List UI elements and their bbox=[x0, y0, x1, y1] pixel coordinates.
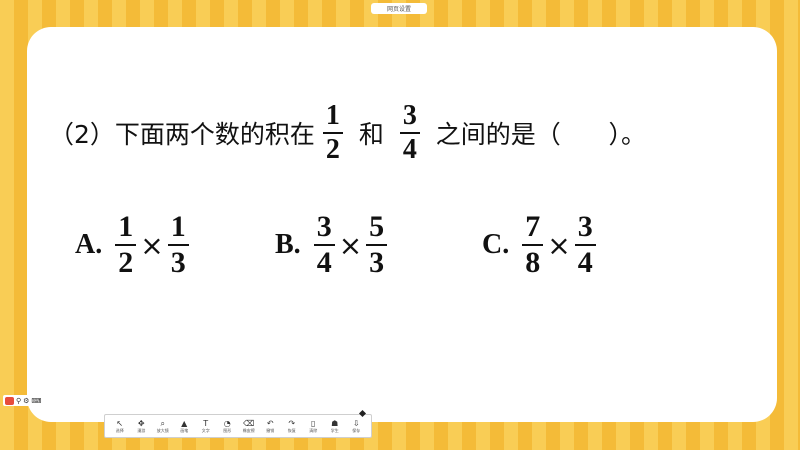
answer-options: A. 1 2 × 1 3 B. 3 4 × 5 3 C. 7 8 × 3 4 bbox=[27, 205, 777, 285]
fraction-denominator: 4 bbox=[402, 134, 417, 165]
tool-label: 画笔 bbox=[180, 428, 189, 433]
settings-icon[interactable]: ⚙ bbox=[23, 397, 29, 405]
mini-toolbar[interactable]: ⚲ ⚙ ⌨ bbox=[3, 395, 68, 406]
tool-label: 清除 bbox=[309, 428, 318, 433]
shape-icon: ◔ bbox=[223, 419, 231, 428]
text-icon: T bbox=[203, 419, 209, 428]
tool-select[interactable]: ↖ 选择 bbox=[110, 419, 130, 433]
question-prefix: （2）下面两个数的积在 bbox=[49, 120, 315, 149]
fraction-numerator: 3 bbox=[577, 210, 593, 243]
pen-icon: ▲ bbox=[181, 419, 188, 428]
fraction-denominator: 3 bbox=[170, 246, 186, 279]
fraction-numerator: 3 bbox=[402, 100, 417, 131]
tool-label: 撤销 bbox=[266, 428, 275, 433]
option-fraction-2: 1 3 bbox=[167, 210, 189, 279]
tool-shape[interactable]: ◔ 图形 bbox=[217, 419, 237, 433]
option-fraction-1: 3 4 bbox=[313, 210, 335, 279]
times-sign: × bbox=[547, 228, 571, 262]
redo-icon: ↷ bbox=[288, 419, 296, 428]
option-label: B. bbox=[275, 229, 301, 260]
tool-pan[interactable]: ✥ 漫游 bbox=[131, 419, 151, 433]
tool-label: 放大镜 bbox=[156, 428, 169, 433]
tool-clear[interactable]: ▯ 清除 bbox=[303, 419, 323, 433]
fraction-denominator: 4 bbox=[577, 246, 593, 279]
option-label: C. bbox=[482, 229, 510, 260]
tool-undo[interactable]: ↶ 撤销 bbox=[260, 419, 280, 433]
question-line: （2）下面两个数的积在 1 2 和 3 4 之间的是（ ）。 bbox=[49, 98, 646, 168]
tool-students[interactable]: ☗ 学生 bbox=[325, 419, 345, 433]
fraction-numerator: 1 bbox=[118, 210, 134, 243]
fraction-numerator: 1 bbox=[170, 210, 186, 243]
students-icon: ☗ bbox=[331, 419, 339, 428]
fraction-numerator: 7 bbox=[525, 210, 541, 243]
tool-label: 漫游 bbox=[137, 428, 146, 433]
tool-label: 选择 bbox=[115, 428, 124, 433]
save-icon: ⇩ bbox=[352, 419, 360, 428]
tool-pen[interactable]: ▲ 画笔 bbox=[174, 419, 194, 433]
tool-label: 保存 bbox=[352, 428, 361, 433]
option-b: B. 3 4 × 5 3 bbox=[275, 205, 390, 285]
mic-icon[interactable]: ⚲ bbox=[16, 397, 21, 405]
tool-redo[interactable]: ↷ 恢复 bbox=[282, 419, 302, 433]
tool-text[interactable]: T 文字 bbox=[196, 419, 216, 433]
top-pill-label: 网页设置 bbox=[386, 6, 411, 13]
eraser-icon: ⌫ bbox=[243, 419, 255, 428]
fraction-numerator: 3 bbox=[316, 210, 332, 243]
fraction-denominator: 3 bbox=[369, 246, 385, 279]
question-fraction-1: 1 2 bbox=[322, 100, 343, 165]
fraction-denominator: 4 bbox=[316, 246, 332, 279]
keyboard-icon[interactable]: ⌨ bbox=[31, 397, 41, 405]
option-fraction-1: 1 2 bbox=[115, 210, 137, 279]
fraction-numerator: 5 bbox=[369, 210, 385, 243]
undo-icon: ↶ bbox=[266, 419, 274, 428]
tool-save[interactable]: ⇩ 保存 bbox=[346, 419, 366, 433]
option-label: A. bbox=[75, 229, 103, 260]
option-fraction-1: 7 8 bbox=[522, 210, 544, 279]
tool-magnifier[interactable]: ⌕ 放大镜 bbox=[153, 419, 173, 433]
tool-eraser[interactable]: ⌫ 橡皮擦 bbox=[239, 419, 259, 433]
option-fraction-2: 5 3 bbox=[366, 210, 388, 279]
tool-label: 恢复 bbox=[287, 428, 296, 433]
slide-canvas: （2）下面两个数的积在 1 2 和 3 4 之间的是（ ）。 A. 1 2 × … bbox=[27, 27, 777, 422]
question-suffix: 之间的是（ ）。 bbox=[427, 120, 646, 149]
times-sign: × bbox=[338, 228, 363, 262]
tool-label: 学生 bbox=[330, 428, 339, 433]
option-c: C. 7 8 × 3 4 bbox=[482, 205, 599, 285]
fraction-denominator: 2 bbox=[325, 134, 340, 165]
clear-icon: ▯ bbox=[311, 419, 316, 428]
option-fraction-2: 3 4 bbox=[574, 210, 596, 279]
fraction-numerator: 1 bbox=[325, 100, 340, 131]
question-and: 和 bbox=[350, 120, 392, 149]
magnifier-icon: ⌕ bbox=[160, 419, 165, 428]
annotation-toolbar: ↖ 选择 ✥ 漫游 ⌕ 放大镜 ▲ 画笔 T 文字 ◔ 图形 ⌫ 橡皮擦 ↶ 撤销 ↷ 恢复 ▯ 清… bbox=[104, 414, 372, 438]
tool-label: 橡皮擦 bbox=[242, 428, 255, 433]
app-logo-icon bbox=[5, 396, 14, 405]
fraction-denominator: 8 bbox=[525, 246, 541, 279]
option-a: A. 1 2 × 1 3 bbox=[75, 205, 192, 285]
pointer-icon: ↖ bbox=[116, 419, 124, 428]
top-title-pill: 网页设置 bbox=[371, 3, 427, 14]
move-icon: ✥ bbox=[137, 419, 145, 428]
times-sign: × bbox=[140, 228, 164, 262]
tool-label: 文字 bbox=[201, 428, 210, 433]
tool-label: 图形 bbox=[223, 428, 232, 433]
fraction-denominator: 2 bbox=[118, 246, 134, 279]
question-fraction-2: 3 4 bbox=[399, 100, 420, 165]
